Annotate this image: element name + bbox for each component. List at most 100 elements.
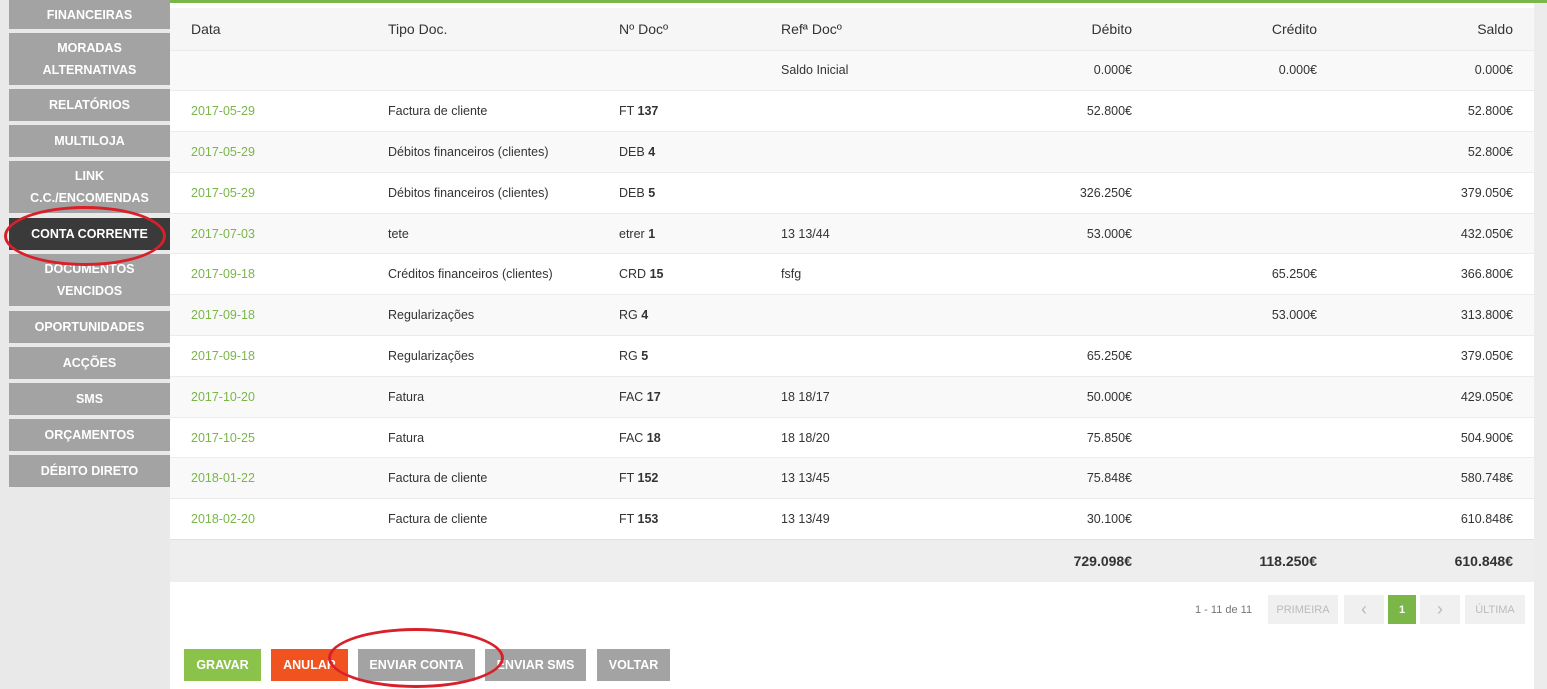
sidebar-item-orcamentos[interactable]: ORÇAMENTOS	[9, 419, 170, 451]
sidebar-item-oportunidades[interactable]: OPORTUNIDADES	[9, 311, 170, 343]
ref-cell: 18 18/20	[760, 416, 950, 458]
tipo-doc-cell: Débitos financeiros (clientes)	[367, 131, 598, 173]
credito-cell: 0.000€	[1153, 49, 1338, 91]
ref-cell	[760, 131, 950, 173]
date-cell[interactable]: 2017-09-18	[170, 335, 367, 377]
sidebar-item-debito-direto[interactable]: DÉBITO DIRETO	[9, 455, 170, 487]
voltar-button[interactable]: VOLTAR	[597, 649, 670, 681]
ref-cell	[760, 90, 950, 132]
doc-number-cell[interactable]: DEB 5	[598, 171, 760, 214]
doc-number: 15	[649, 267, 664, 282]
sidebar-item-label: MULTILOJA	[54, 134, 125, 148]
credito-cell	[1153, 171, 1338, 214]
date-cell[interactable]: 2017-07-03	[170, 212, 367, 254]
tipo-doc-cell: Débitos financeiros (clientes)	[367, 171, 598, 214]
sidebar: FINANCEIRAS MORADAS ALTERNATIVAS RELATÓRI…	[0, 0, 170, 689]
sidebar-item-label: MORADAS	[57, 41, 122, 55]
annotation-circle-conta-corrente	[4, 206, 166, 266]
conta-corrente-table: Data Tipo Doc. Nº Docº Refª Docº Débito …	[170, 8, 1534, 582]
pagination-last-button[interactable]: ÚLTIMA	[1465, 595, 1525, 624]
date-cell[interactable]: 2017-05-29	[170, 171, 367, 214]
credito-cell	[1153, 212, 1338, 254]
doc-number: 4	[648, 144, 656, 159]
sidebar-item-multiloja[interactable]: MULTILOJA	[9, 125, 170, 157]
column-header-saldo[interactable]: Saldo	[1338, 8, 1534, 50]
tipo-doc-cell: Factura de cliente	[367, 90, 598, 132]
chevron-right-icon[interactable]: ›	[1420, 595, 1460, 624]
ref-cell: 13 13/45	[760, 457, 950, 499]
date-cell[interactable]: 2017-10-25	[170, 416, 367, 458]
doc-prefix: FT	[619, 104, 635, 119]
sidebar-item-relatorios[interactable]: RELATÓRIOS	[9, 89, 170, 121]
table-row: 2017-05-29 Débitos financeiros (clientes)…	[170, 131, 1534, 173]
column-header-n-doc[interactable]: Nº Docº	[598, 8, 760, 50]
chevron-left-icon[interactable]: ‹	[1344, 595, 1384, 624]
debito-cell: 30.100€	[950, 498, 1153, 540]
debito-cell: 75.850€	[950, 416, 1153, 458]
tipo-doc-cell: Créditos financeiros (clientes)	[367, 253, 598, 295]
tipo-doc-cell: Fatura	[367, 416, 598, 458]
sidebar-item-financeiras[interactable]: FINANCEIRAS	[9, 0, 170, 29]
sidebar-item-sms[interactable]: SMS	[9, 383, 170, 415]
date-cell[interactable]: 2018-01-22	[170, 457, 367, 499]
sidebar-item-accoes[interactable]: ACÇÕES	[9, 347, 170, 379]
doc-number-cell[interactable]: RG 5	[598, 335, 760, 377]
debito-cell	[950, 253, 1153, 295]
doc-number-cell[interactable]: FAC 17	[598, 375, 760, 418]
date-cell[interactable]: 2018-02-20	[170, 498, 367, 540]
total-saldo: 610.848€	[1338, 539, 1534, 582]
debito-cell: 53.000€	[950, 212, 1153, 254]
debito-cell: 0.000€	[950, 49, 1153, 91]
date-cell[interactable]: 2017-05-29	[170, 131, 367, 173]
pagination-first-button[interactable]: PRIMEIRA	[1268, 595, 1338, 624]
credito-cell	[1153, 90, 1338, 132]
column-header-debito[interactable]: Débito	[950, 8, 1153, 50]
sidebar-item-label: DÉBITO DIRETO	[40, 464, 139, 478]
credito-cell	[1153, 498, 1338, 540]
column-header-credito[interactable]: Crédito	[1153, 8, 1338, 50]
table-row: 2017-05-29 Factura de cliente FT 137 52.800…	[170, 90, 1534, 132]
doc-prefix: DEB	[619, 185, 645, 200]
debito-cell: 65.250€	[950, 335, 1153, 377]
date-cell[interactable]: 2017-10-20	[170, 375, 367, 418]
debito-cell	[950, 131, 1153, 173]
debito-cell	[950, 294, 1153, 336]
table-row-saldo-inicial: Saldo Inicial 0.000€ 0.000€ 0.000€	[170, 49, 1534, 91]
pagination-page-1[interactable]: 1	[1388, 595, 1416, 624]
saldo-cell: 504.900€	[1338, 416, 1534, 458]
main-content: Data Tipo Doc. Nº Docº Refª Docº Débito …	[170, 3, 1534, 689]
credito-cell: 65.250€	[1153, 253, 1338, 295]
doc-prefix: FAC	[619, 430, 644, 445]
sidebar-item-label: LINK	[74, 169, 105, 183]
table-totals-row: 729.098€ 118.250€ 610.848€	[170, 539, 1534, 582]
doc-number-cell[interactable]: RG 4	[598, 294, 760, 336]
sidebar-item-label: VENCIDOS	[56, 284, 123, 298]
doc-number: 137	[637, 104, 659, 119]
date-cell[interactable]: 2017-05-29	[170, 90, 367, 132]
sidebar-item-label: RELATÓRIOS	[48, 98, 131, 112]
tipo-doc-cell: Regularizações	[367, 294, 598, 336]
sidebar-item-moradas-alternativas[interactable]: MORADAS ALTERNATIVAS	[9, 33, 170, 85]
doc-number-cell[interactable]: FT 137	[598, 90, 760, 132]
date-cell[interactable]: 2017-09-18	[170, 294, 367, 336]
ref-cell	[760, 294, 950, 336]
tipo-doc-cell: Factura de cliente	[367, 498, 598, 540]
ref-cell	[760, 171, 950, 214]
tipo-doc-cell: Factura de cliente	[367, 457, 598, 499]
column-header-ref-doc[interactable]: Refª Docº	[760, 8, 950, 50]
doc-number-cell[interactable]: FT 153	[598, 498, 760, 540]
column-header-data[interactable]: Data	[170, 8, 367, 50]
doc-number-cell[interactable]: FAC 18	[598, 416, 760, 458]
doc-number-cell[interactable]: etrer 1	[598, 212, 760, 254]
doc-number-cell[interactable]: DEB 4	[598, 131, 760, 173]
date-cell[interactable]: 2017-09-18	[170, 253, 367, 295]
column-header-tipo-doc[interactable]: Tipo Doc.	[367, 8, 598, 50]
credito-cell	[1153, 375, 1338, 418]
doc-number: 153	[637, 512, 659, 527]
sidebar-item-label: OPORTUNIDADES	[34, 320, 145, 334]
credito-cell	[1153, 335, 1338, 377]
credito-cell	[1153, 457, 1338, 499]
doc-number-cell[interactable]: FT 152	[598, 457, 760, 499]
doc-number-cell[interactable]: CRD 15	[598, 253, 760, 295]
gravar-button[interactable]: GRAVAR	[184, 649, 261, 681]
